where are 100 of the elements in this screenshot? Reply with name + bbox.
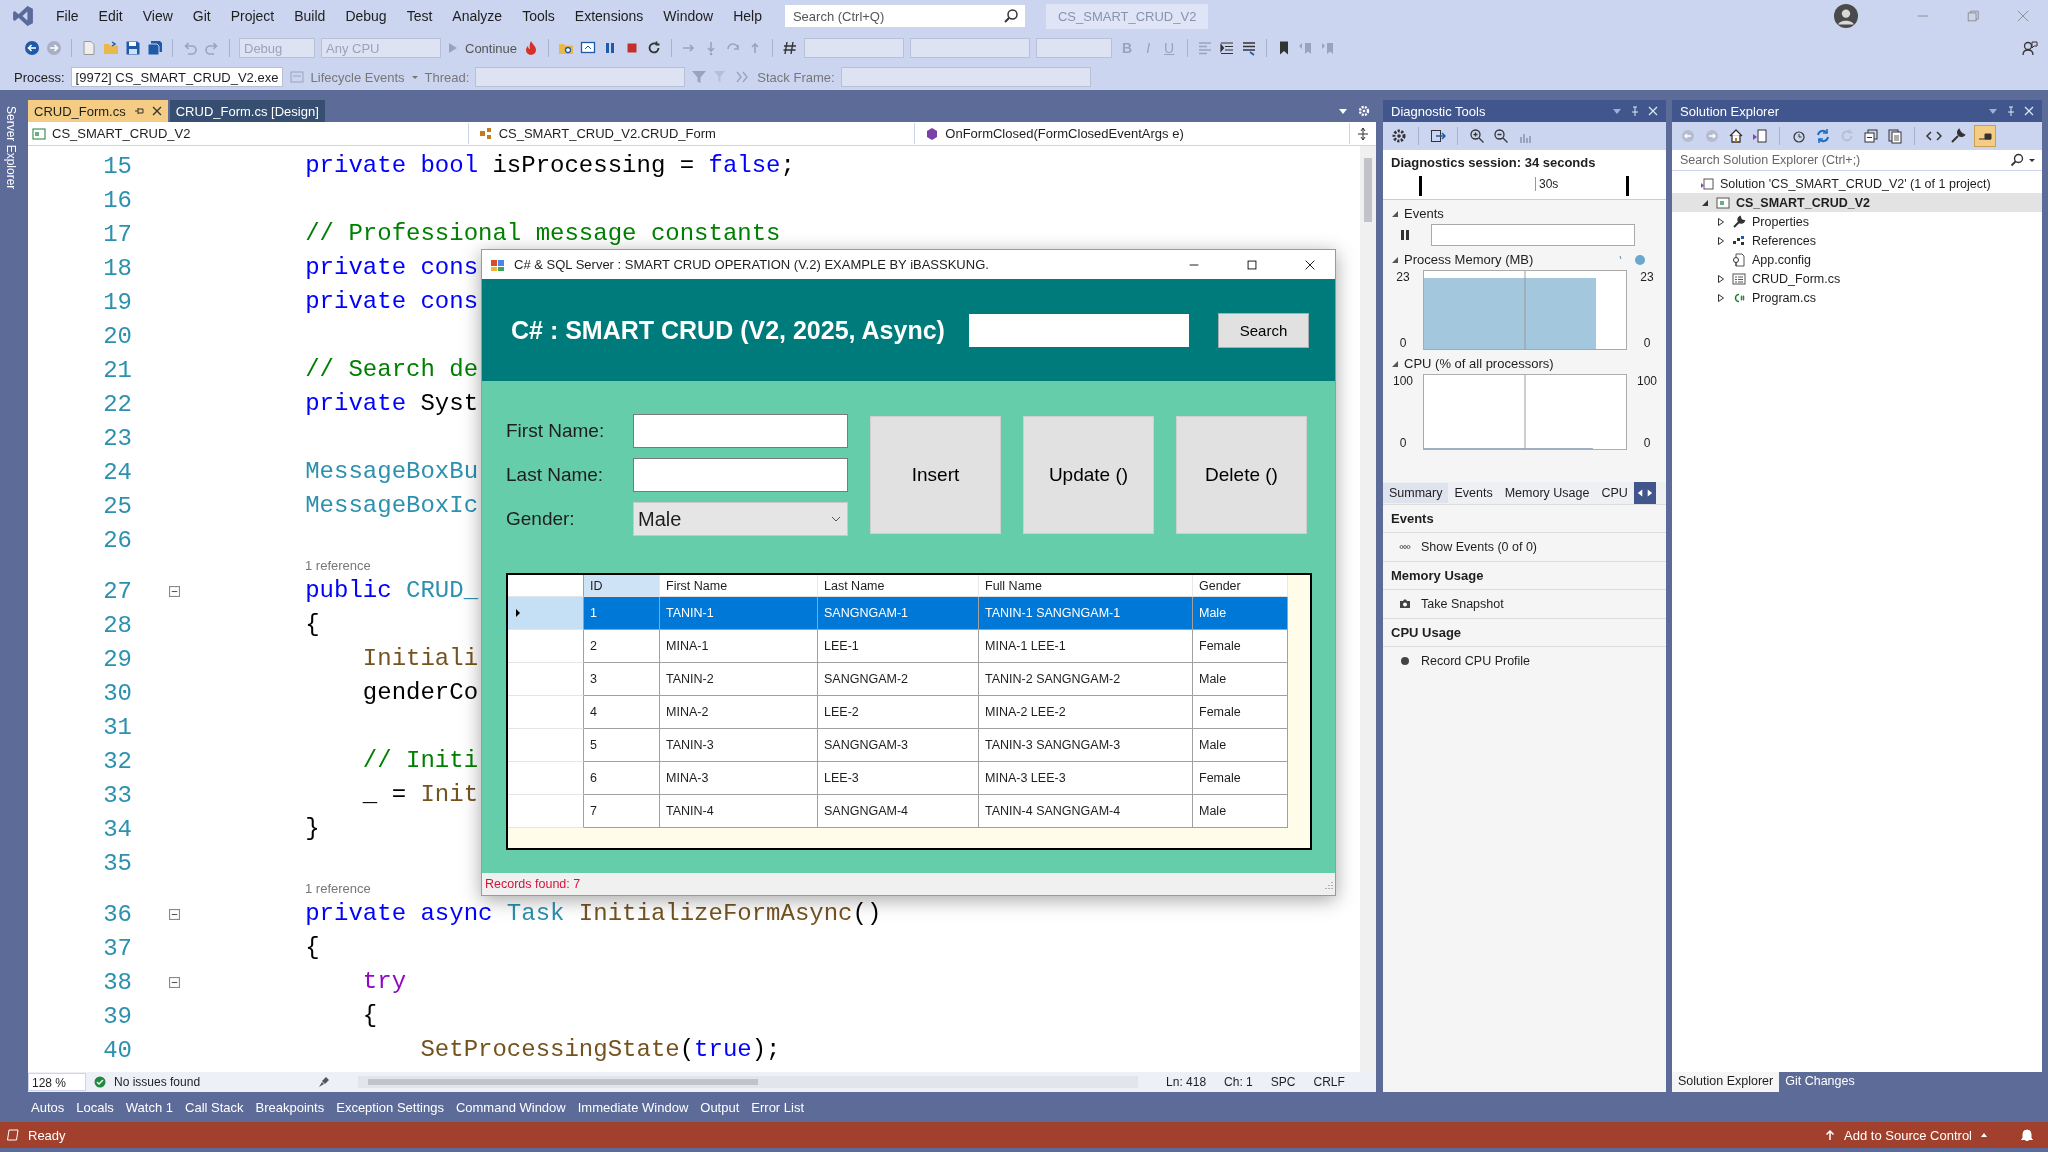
menu-item[interactable]: Window	[653, 4, 724, 28]
feedback-icon[interactable]	[2022, 40, 2038, 56]
whitespace-indicator[interactable]: SPC	[1270, 1075, 1296, 1089]
tree-item[interactable]: Solution 'CS_SMART_CRUD_V2' (1 of 1 project)	[1720, 176, 1991, 191]
menu-item[interactable]: Git	[182, 4, 221, 28]
tool-window-tab[interactable]: Immediate Window	[574, 1096, 696, 1118]
collapse-all-icon[interactable]	[1863, 128, 1879, 144]
export-icon[interactable]	[1430, 128, 1446, 144]
search-button[interactable]: Search	[1218, 312, 1309, 348]
avatar-icon[interactable]	[1834, 4, 1858, 28]
tool-window-tab[interactable]: Error List	[748, 1096, 812, 1118]
document-tab[interactable]: CRUD_Form.cs	[28, 100, 168, 122]
split-icon[interactable]	[1356, 126, 1370, 141]
new-file-icon[interactable]	[81, 40, 97, 56]
section-title[interactable]: CPU (% of all processors)	[1404, 356, 1554, 371]
wrench-icon[interactable]	[1950, 128, 1966, 144]
document-tab[interactable]: CRUD_Form.cs [Design]	[169, 100, 325, 122]
panel-tab[interactable]: CPU	[1595, 483, 1634, 503]
panel-tab[interactable]: Events	[1448, 483, 1499, 503]
section-title[interactable]: Events	[1404, 206, 1444, 221]
menu-item[interactable]: Edit	[88, 4, 133, 28]
expand-icon[interactable]	[1717, 217, 1725, 226]
line-indicator[interactable]: Ln: 418	[1166, 1075, 1207, 1089]
search-field[interactable]: Search Solution Explorer (Ctrl+;)	[1672, 150, 2042, 171]
back-icon[interactable]	[24, 40, 40, 56]
zoom-dropdown[interactable]: 128 %	[28, 1073, 86, 1091]
tool-window-tab[interactable]: Command Window	[452, 1096, 573, 1118]
column-indicator[interactable]: Ch: 1	[1224, 1075, 1253, 1089]
folder-icon[interactable]	[103, 40, 119, 56]
text-field[interactable]	[633, 414, 848, 448]
text-field[interactable]	[633, 458, 848, 492]
tool-window-tab[interactable]: Output	[697, 1096, 747, 1118]
menu-item[interactable]: Tools	[512, 4, 565, 28]
column-header[interactable]: Full Name	[979, 575, 1193, 597]
collapse-icon[interactable]	[169, 908, 180, 920]
restart-icon[interactable]	[646, 40, 663, 56]
server-explorer-tab[interactable]: Server Explorer	[4, 100, 18, 196]
panel-tab[interactable]: Memory Usage	[1498, 483, 1596, 503]
expand-icon[interactable]	[1717, 274, 1725, 283]
sync-icon[interactable]	[1815, 128, 1831, 144]
column-header[interactable]: ID	[584, 575, 660, 597]
notification-bell-icon[interactable]	[2020, 1128, 2034, 1142]
type-dropdown[interactable]: CS_SMART_CRUD_V2.CRUD_Form	[474, 123, 916, 144]
collapse-icon[interactable]	[1391, 359, 1399, 368]
summary-action[interactable]: Record CPU Profile	[1421, 654, 1531, 668]
gender-dropdown[interactable]: Male	[633, 502, 848, 536]
member-dropdown[interactable]: OnFormClosed(FormClosedEventArgs e)	[921, 123, 1350, 144]
menu-item[interactable]: Extensions	[564, 4, 654, 28]
tree-item[interactable]: Properties	[1752, 214, 1809, 229]
expanded-icon[interactable]	[1701, 198, 1709, 207]
collapse-icon[interactable]	[1391, 209, 1399, 218]
continue-button[interactable]: Continue	[465, 40, 518, 56]
resize-grip-icon[interactable]	[1323, 879, 1333, 889]
arrows-icon[interactable]	[1635, 487, 1654, 499]
history-icon[interactable]	[1791, 128, 1807, 144]
menu-item[interactable]: View	[132, 4, 183, 28]
line-ending-indicator[interactable]: CRLF	[1313, 1075, 1345, 1089]
settings-icon[interactable]	[1391, 128, 1407, 144]
caret-icon[interactable]	[410, 73, 419, 81]
upload-icon[interactable]	[1824, 1129, 1837, 1141]
expand-icon[interactable]	[1717, 236, 1725, 245]
zoom-in-icon[interactable]	[1469, 128, 1485, 144]
timeline-ruler[interactable]: 30s	[1383, 175, 1666, 200]
source-control-button[interactable]: Add to Source Control	[1844, 1127, 1972, 1143]
menu-item[interactable]: Test	[396, 4, 443, 28]
summary-action[interactable]: Take Snapshot	[1421, 597, 1504, 611]
process-dropdown[interactable]: [9972] CS_SMART_CRUD_V2.exe	[70, 67, 283, 87]
brush-icon[interactable]	[318, 1076, 331, 1088]
action-button[interactable]: Update ()	[1023, 416, 1154, 534]
maximize-icon[interactable]	[1245, 257, 1259, 272]
search-input[interactable]: Search Solution Explorer (Ctrl+;)	[1678, 152, 2006, 168]
panel-tab[interactable]: Summary	[1383, 483, 1449, 503]
dropdown-icon[interactable]	[2028, 156, 2036, 164]
action-button[interactable]: Insert	[870, 416, 1001, 534]
menu-item[interactable]: Help	[723, 4, 772, 28]
tool-window-tab[interactable]: Locals	[73, 1096, 121, 1118]
menu-item[interactable]: Analyze	[442, 4, 513, 28]
tree-item[interactable]: Program.cs	[1752, 290, 1816, 305]
save-icon[interactable]	[125, 40, 141, 56]
screen-icon[interactable]	[580, 40, 597, 56]
column-header[interactable]: First Name	[660, 575, 818, 597]
search-input[interactable]: Search (Ctrl+Q)	[790, 5, 1003, 27]
action-button[interactable]: Delete ()	[1176, 416, 1307, 534]
caret-icon[interactable]	[1980, 1131, 1988, 1139]
menu-item[interactable]: Build	[284, 4, 336, 28]
comment-icon[interactable]	[1241, 40, 1258, 56]
tree-item[interactable]: App.config	[1752, 252, 1812, 267]
pin-icon[interactable]	[133, 106, 144, 116]
scrollbar-thumb[interactable]	[1364, 158, 1372, 222]
summary-action[interactable]: Show Events (0 of 0)	[1421, 540, 1538, 554]
panel-tab[interactable]: Git Changes	[1779, 1072, 1861, 1092]
collapse-icon[interactable]	[169, 976, 180, 988]
reference-count-link[interactable]: 1 reference	[305, 881, 371, 896]
menu-item[interactable]: Debug	[335, 4, 397, 28]
tab-scroll-control[interactable]	[1633, 482, 1656, 504]
indent-icon[interactable]	[1219, 40, 1236, 56]
issues-status[interactable]: No issues found	[114, 1075, 201, 1089]
close-icon[interactable]	[151, 106, 162, 116]
collapse-icon[interactable]	[169, 585, 180, 597]
search-field[interactable]: Search (Ctrl+Q)	[783, 4, 1026, 28]
